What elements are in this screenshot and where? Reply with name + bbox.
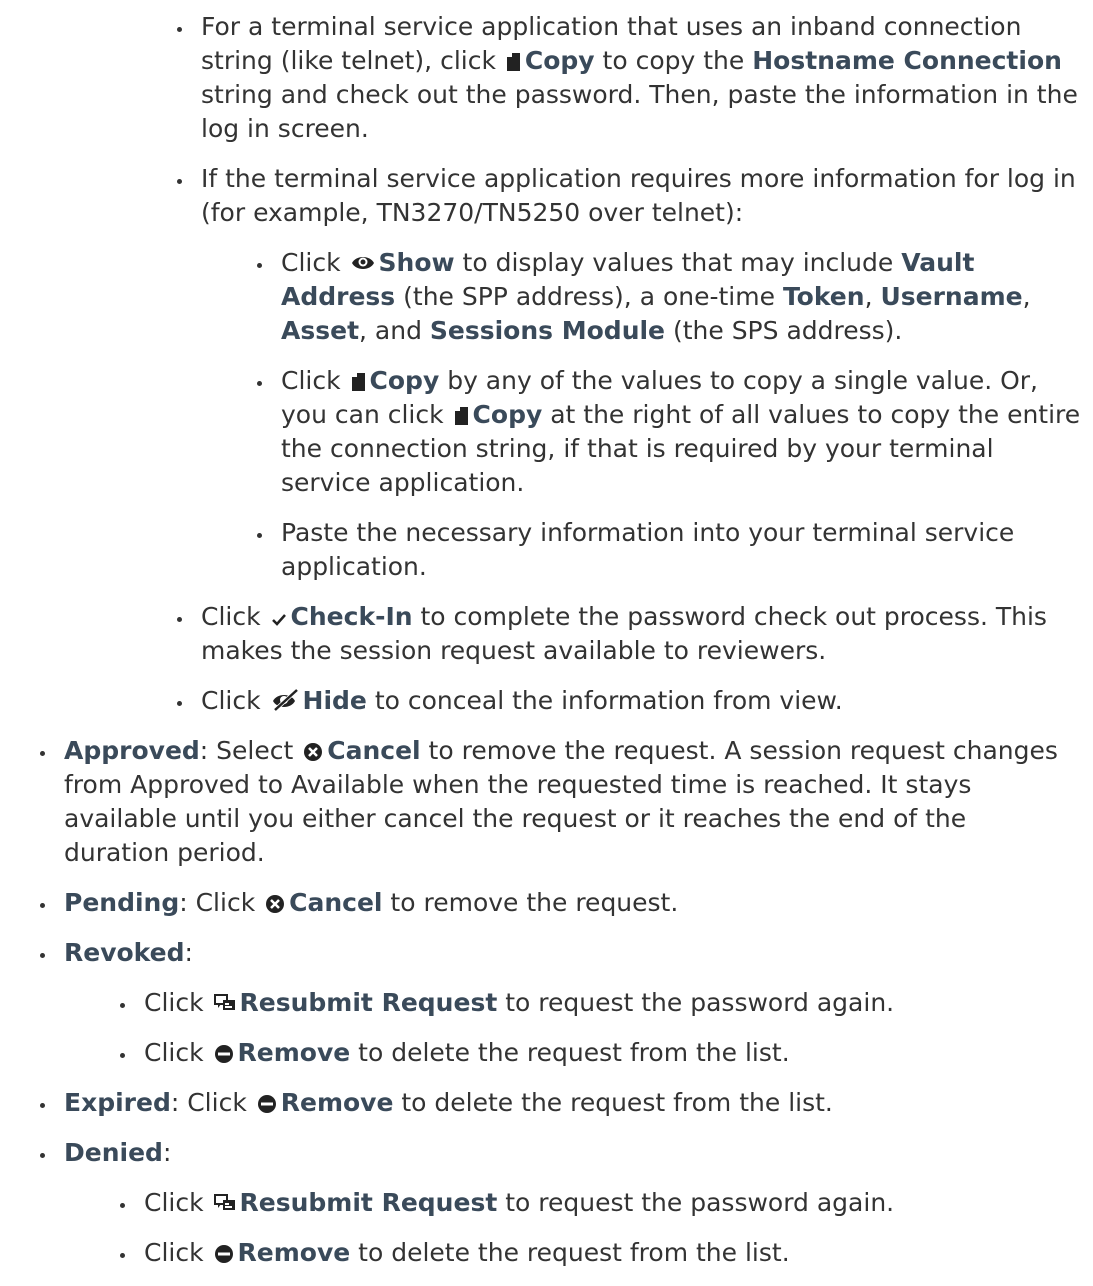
resubmit-icon [213, 994, 236, 1014]
text: Click [281, 366, 349, 395]
remove-circle-icon [214, 1244, 234, 1264]
term: Sessions Module [429, 316, 666, 345]
text: Click [144, 1188, 212, 1217]
hostname-connection-term: Hostname Connection [752, 46, 1062, 75]
list-item-denied: Denied: Click Resubmit Request to reques… [40, 1136, 1074, 1270]
text: Click [281, 248, 349, 277]
text: (the SPS address). [665, 316, 903, 345]
copy-icon [454, 406, 469, 426]
checkmark-icon [271, 612, 287, 628]
text: to delete the request from the list. [393, 1088, 833, 1117]
list-item: Click Remove to delete the request from … [120, 1036, 1044, 1070]
list-item-revoked: Revoked: Click Resubmit Request to reque… [40, 936, 1074, 1070]
text: (the SPP address), a one-time [395, 282, 783, 311]
list-item-approved: Approved: Select Cancel to remove the re… [40, 734, 1074, 870]
list-item: Click Resubmit Request to request the pa… [120, 986, 1044, 1020]
log-in-info-sublist: Click Show to display values that may in… [257, 246, 1086, 584]
text: , [1022, 282, 1031, 311]
text: Click [201, 602, 269, 631]
text: : Select [199, 736, 302, 765]
text: to display values that may include [454, 248, 902, 277]
remove-button[interactable]: Remove [238, 1038, 351, 1067]
status-label: Revoked [64, 938, 185, 967]
list-item: Click Show to display values that may in… [257, 246, 1086, 348]
resubmit-icon [213, 1194, 236, 1214]
text: , [864, 282, 881, 311]
hide-button[interactable]: Hide [303, 686, 367, 715]
text: : [162, 1138, 172, 1167]
term: Username [880, 282, 1023, 311]
resubmit-request-button[interactable]: Resubmit Request [240, 1188, 498, 1217]
text: to delete the request from the list. [350, 1038, 790, 1067]
list-item-expired: Expired: Click Remove to delete the requ… [40, 1086, 1074, 1120]
status-label: Pending [64, 888, 180, 917]
available-sublist: For a terminal service application that … [177, 10, 1080, 718]
list-item: If the terminal service application requ… [177, 162, 1086, 584]
copy-icon [506, 52, 521, 72]
eye-slash-icon [271, 688, 299, 712]
cancel-button[interactable]: Cancel [289, 888, 382, 917]
term: Token [782, 282, 865, 311]
check-in-button[interactable]: Check-In [291, 602, 413, 631]
text: If the terminal service application requ… [201, 164, 1076, 227]
copy-button[interactable]: Copy [370, 366, 440, 395]
text: : [184, 938, 193, 967]
text: : Click [179, 888, 264, 917]
show-button[interactable]: Show [379, 248, 455, 277]
text: to delete the request from the list. [350, 1238, 790, 1267]
status-label: Denied [64, 1138, 163, 1167]
cancel-circle-icon [303, 742, 323, 762]
denied-sublist: Click Resubmit Request to request the pa… [120, 1186, 1074, 1270]
copy-all-button[interactable]: Copy [473, 400, 543, 429]
eye-icon [351, 252, 375, 274]
cancel-button[interactable]: Cancel [327, 736, 420, 765]
text: Click [144, 1238, 212, 1267]
text: to request the password again. [497, 1188, 895, 1217]
text: to remove the request. [382, 888, 679, 917]
list-item: Click Resubmit Request to request the pa… [120, 1186, 1044, 1220]
list-item: For a terminal service application that … [177, 10, 1086, 146]
term: Asset [281, 316, 360, 345]
list-item-pending: Pending: Click Cancel to remove the requ… [40, 886, 1074, 920]
status-label: Approved [64, 736, 200, 765]
status-label: Expired [64, 1088, 171, 1117]
remove-button[interactable]: Remove [281, 1088, 394, 1117]
text: Click [144, 1038, 212, 1067]
copy-icon [351, 372, 366, 392]
list-item: Click Copy by any of the values to copy … [257, 364, 1086, 500]
status-action-list: For a terminal service application that … [40, 0, 1080, 1286]
text: to request the password again. [497, 988, 895, 1017]
text: : Click [170, 1088, 255, 1117]
list-item: Click Hide to conceal the information fr… [177, 684, 1086, 718]
list-item: Click Check-In to complete the password … [177, 600, 1086, 668]
text: to copy the [594, 46, 753, 75]
remove-circle-icon [214, 1044, 234, 1064]
copy-button[interactable]: Copy [525, 46, 595, 75]
text: Paste the necessary information into you… [281, 518, 1015, 581]
text: string and check out the password. Then,… [201, 80, 1078, 143]
resubmit-request-button[interactable]: Resubmit Request [240, 988, 498, 1017]
remove-circle-icon [257, 1094, 277, 1114]
text: to conceal the information from view. [366, 686, 843, 715]
list-item: Paste the necessary information into you… [257, 516, 1086, 584]
remove-button[interactable]: Remove [238, 1238, 351, 1267]
text: , and [359, 316, 430, 345]
revoked-sublist: Click Resubmit Request to request the pa… [120, 986, 1074, 1070]
text: Click [144, 988, 212, 1017]
text: Click [201, 686, 269, 715]
available-continuation: For a terminal service application that … [64, 10, 1080, 718]
cancel-circle-icon [265, 894, 285, 914]
